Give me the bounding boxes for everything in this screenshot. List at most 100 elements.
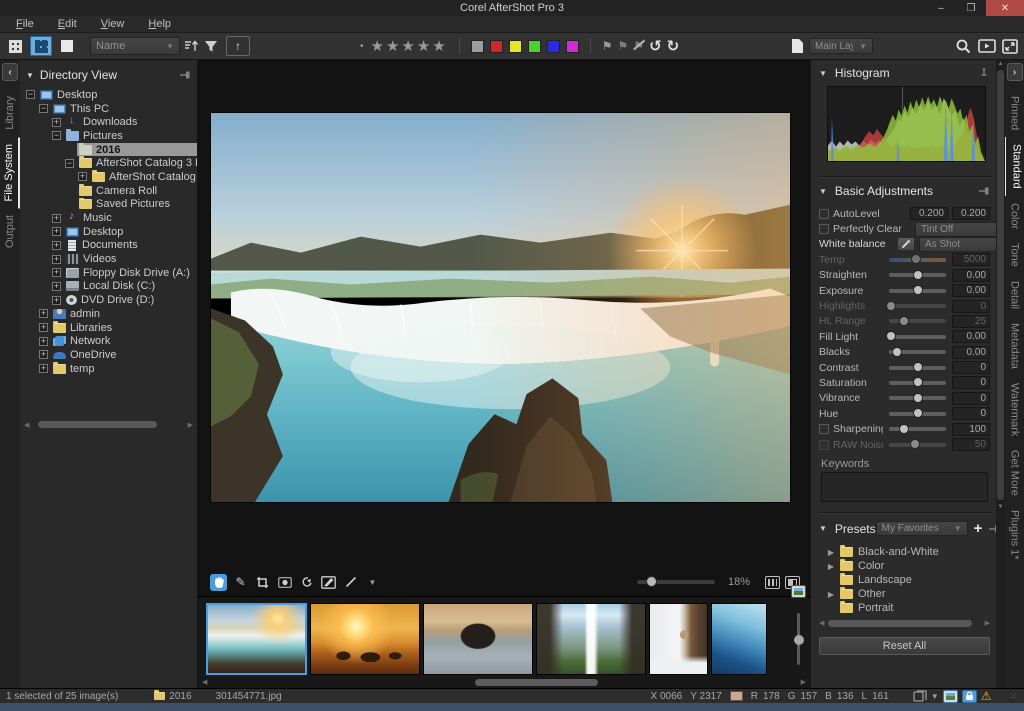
tree-toggle-icon[interactable]: + — [39, 323, 48, 332]
color-label-swatch-4[interactable] — [547, 40, 560, 53]
close-button[interactable]: ✕ — [986, 0, 1024, 16]
blacks-slider[interactable] — [889, 350, 946, 354]
sharpening-value[interactable]: 100 — [952, 423, 990, 436]
tree-toggle-icon[interactable]: + — [52, 296, 61, 305]
autolevel-value-2[interactable]: 0.200 — [952, 207, 990, 220]
sharpening-checkbox[interactable] — [819, 424, 829, 434]
tree-item-desktop[interactable]: −Desktop — [20, 88, 197, 102]
thumbnail-hscrollbar[interactable]: ◀ ▶ — [200, 678, 808, 686]
pin-icon[interactable] — [978, 186, 990, 196]
slider-thumb[interactable] — [886, 331, 896, 341]
tree-item-aftershot-catalog-3-b[interactable]: −AfterShot Catalog 3 B — [20, 156, 197, 170]
keywords-input[interactable] — [821, 472, 988, 502]
tree-item-network[interactable]: +Network — [20, 334, 197, 348]
tree-item-temp[interactable]: +temp — [20, 362, 197, 376]
zoom-slider[interactable] — [637, 580, 715, 584]
tree-item-onedrive[interactable]: +OneDrive — [20, 348, 197, 362]
preset-folder-other[interactable]: ▶Other — [827, 587, 992, 601]
size-slider-thumb[interactable] — [794, 635, 804, 645]
slider-thumb[interactable] — [910, 439, 920, 449]
slider-thumb[interactable] — [899, 316, 909, 326]
scroll-right-icon[interactable]: ▶ — [799, 678, 808, 686]
fill-light-slider[interactable] — [889, 335, 946, 339]
menu-file[interactable]: File — [4, 17, 46, 31]
scroll-left-icon[interactable]: ◀ — [200, 678, 209, 686]
output-button[interactable]: ↑ — [226, 36, 250, 56]
collapse-triangle-icon[interactable]: ▼ — [26, 71, 34, 80]
tree-toggle-icon[interactable]: + — [52, 118, 61, 127]
hue-slider[interactable] — [889, 412, 946, 416]
tree-toggle-icon[interactable]: + — [39, 350, 48, 359]
single-view-button[interactable] — [56, 36, 78, 56]
saturation-slider[interactable] — [889, 381, 946, 385]
tree-toggle-icon[interactable]: + — [52, 268, 61, 277]
scroll-right-icon[interactable]: ▶ — [985, 619, 990, 627]
tab-standard[interactable]: Standard — [1004, 137, 1024, 196]
vibrance-value[interactable]: 0 — [952, 392, 990, 405]
snapshot-icon[interactable] — [913, 690, 927, 702]
tab-tone[interactable]: Tone — [1006, 236, 1024, 274]
tab-library[interactable]: Library — [1, 89, 19, 137]
tree-item-2016[interactable]: 2016 — [20, 143, 197, 157]
flag-pick-icon[interactable]: ⚑ — [602, 39, 613, 53]
exposure-value[interactable]: 0.00 — [952, 284, 990, 297]
contrast-value[interactable]: 0 — [952, 361, 990, 374]
tab-output[interactable]: Output — [1, 208, 19, 255]
thumbnail-panel-icon[interactable] — [791, 585, 806, 598]
tree-toggle-icon[interactable]: − — [65, 159, 74, 168]
hl-range-value[interactable]: 25 — [952, 315, 990, 328]
tab-pinned[interactable]: Pinned — [1006, 89, 1024, 137]
thumbnail-waterfall-sunset[interactable] — [206, 603, 307, 675]
combined-view-button[interactable] — [30, 36, 52, 56]
thumbnail-size-slider[interactable] — [797, 613, 800, 665]
slider-thumb[interactable] — [913, 408, 923, 418]
slider-thumb[interactable] — [886, 301, 896, 311]
tree-item-aftershot-catalog[interactable]: +AfterShot Catalog — [20, 170, 197, 184]
collapse-triangle-icon[interactable]: ▼ — [819, 187, 827, 196]
scroll-down-icon[interactable]: ▼ — [996, 504, 1005, 510]
tree-toggle-icon[interactable]: + — [52, 227, 61, 236]
tree-toggle-icon[interactable]: + — [52, 255, 61, 264]
color-label-swatch-2[interactable] — [509, 40, 522, 53]
tab-file-system[interactable]: File System — [0, 137, 20, 208]
hl-range-slider[interactable] — [889, 319, 946, 323]
preset-folder-portrait[interactable]: Portrait — [827, 601, 992, 615]
tree-item-documents[interactable]: +Documents — [20, 239, 197, 253]
search-icon[interactable] — [955, 38, 972, 55]
autolevel-checkbox[interactable] — [819, 209, 829, 219]
highlights-value[interactable]: 0 — [952, 300, 990, 313]
scrollbar-thumb[interactable] — [828, 620, 972, 627]
tree-item-saved-pictures[interactable]: Saved Pictures — [20, 198, 197, 212]
color-label-swatch-3[interactable] — [528, 40, 541, 53]
right-panel-vscrollbar[interactable]: ▲ ▼ — [996, 60, 1005, 688]
tree-item-camera-roll[interactable]: Camera Roll — [20, 184, 197, 198]
undo-icon[interactable]: ↺ — [649, 37, 662, 55]
tree-item-dvd-drive-d[interactable]: +DVD Drive (D:) — [20, 293, 197, 307]
raw-noise-value[interactable]: 50 — [952, 438, 990, 451]
pin-icon[interactable] — [978, 68, 990, 78]
tree-toggle-icon[interactable]: + — [52, 214, 61, 223]
collapse-right-panel-button[interactable]: › — [1007, 63, 1023, 81]
contrast-slider[interactable] — [889, 366, 946, 370]
slider-thumb[interactable] — [899, 424, 909, 434]
tab-watermark[interactable]: Watermark — [1006, 376, 1024, 443]
tree-item-floppy-disk-drive-a[interactable]: +Floppy Disk Drive (A:) — [20, 266, 197, 280]
thumbnail-cougar-in-snow[interactable] — [649, 603, 708, 675]
highlights-slider[interactable] — [889, 304, 946, 308]
star-rating[interactable]: ★★★★★ — [371, 37, 448, 55]
sharpening-slider[interactable] — [889, 427, 946, 431]
tree-toggle-icon[interactable]: + — [39, 337, 48, 346]
add-preset-button[interactable]: + — [974, 520, 983, 537]
pan-tool-button[interactable] — [210, 574, 227, 591]
eyedropper-button[interactable] — [897, 237, 915, 251]
tree-toggle-icon[interactable]: + — [39, 364, 48, 373]
expand-triangle-icon[interactable]: ▶ — [827, 548, 835, 557]
directory-hscrollbar[interactable]: ◀ ▶ — [24, 420, 193, 429]
collapse-triangle-icon[interactable]: ▼ — [819, 524, 827, 533]
tree-item-local-disk-c[interactable]: +Local Disk (C:) — [20, 280, 197, 294]
tab-plugins-1[interactable]: Plugins 1* — [1006, 503, 1024, 567]
presets-dropdown[interactable]: My Favorites ▼ — [876, 521, 968, 536]
sort-ascending-icon[interactable] — [184, 38, 200, 54]
lock-icon[interactable] — [962, 690, 977, 703]
warning-icon[interactable]: ⚠ — [981, 691, 992, 701]
